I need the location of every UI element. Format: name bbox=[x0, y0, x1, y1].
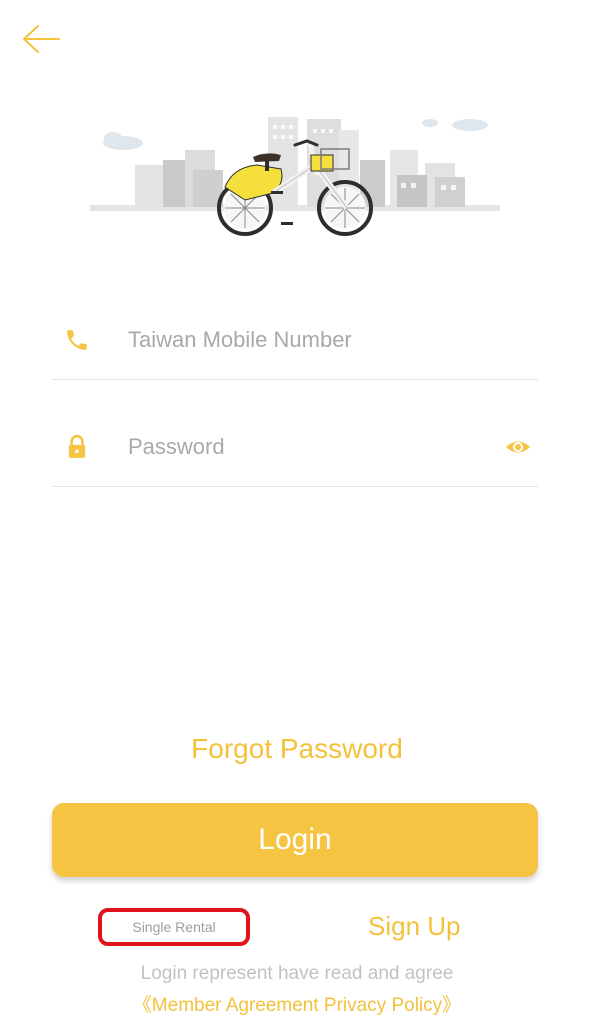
sign-up-link[interactable]: Sign Up bbox=[368, 911, 461, 942]
lock-icon bbox=[68, 434, 86, 458]
eye-icon[interactable] bbox=[504, 435, 532, 459]
single-rental-label: Single Rental bbox=[132, 919, 216, 935]
agreement-text: Login represent have read and agree bbox=[140, 963, 454, 984]
city-bike-illustration bbox=[90, 117, 500, 236]
password-input[interactable] bbox=[128, 425, 488, 469]
back-arrow-icon[interactable] bbox=[18, 22, 64, 56]
forgot-password-link[interactable]: Forgot Password bbox=[0, 733, 594, 765]
member-agreement-privacy-policy-link[interactable]: 《Member Agreement Privacy Policy》 bbox=[0, 990, 594, 1017]
phone-field bbox=[52, 310, 538, 380]
password-field bbox=[52, 417, 538, 487]
phone-input[interactable] bbox=[128, 318, 488, 362]
single-rental-button[interactable]: Single Rental bbox=[98, 908, 250, 946]
phone-icon bbox=[67, 330, 87, 350]
login-button[interactable]: Login bbox=[52, 803, 538, 877]
